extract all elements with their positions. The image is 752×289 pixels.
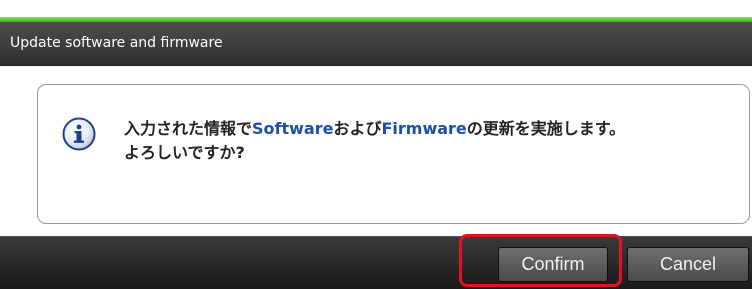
software-keyword: Software (252, 119, 334, 138)
dialog-title: Update software and firmware (10, 35, 223, 51)
dialog-content: 入力された情報でSoftwareおよびFirmwareの更新を実施します。 よろ… (0, 66, 752, 236)
dialog-title-bar: Update software and firmware (0, 22, 752, 66)
message-box: 入力された情報でSoftwareおよびFirmwareの更新を実施します。 よろ… (37, 84, 750, 224)
message-text-segment: および (333, 119, 382, 138)
top-strip (0, 0, 752, 17)
confirm-button[interactable]: Confirm (498, 247, 608, 282)
message-line-1: 入力された情報でSoftwareおよびFirmwareの更新を実施します。 (124, 117, 734, 141)
message-text-segment: の更新を実施します。 (466, 119, 626, 138)
firmware-keyword: Firmware (381, 119, 467, 138)
update-dialog: Update software and firmware 入力された情報でSof… (0, 0, 752, 289)
message-line-2: よろしいですか? (124, 143, 245, 162)
message-text-segment: 入力された情報で (124, 119, 253, 138)
confirmation-message: 入力された情報でSoftwareおよびFirmwareの更新を実施します。 よろ… (124, 117, 734, 165)
dialog-button-bar: Confirm Cancel (0, 236, 752, 289)
cancel-button[interactable]: Cancel (627, 247, 749, 282)
info-icon (62, 117, 96, 151)
